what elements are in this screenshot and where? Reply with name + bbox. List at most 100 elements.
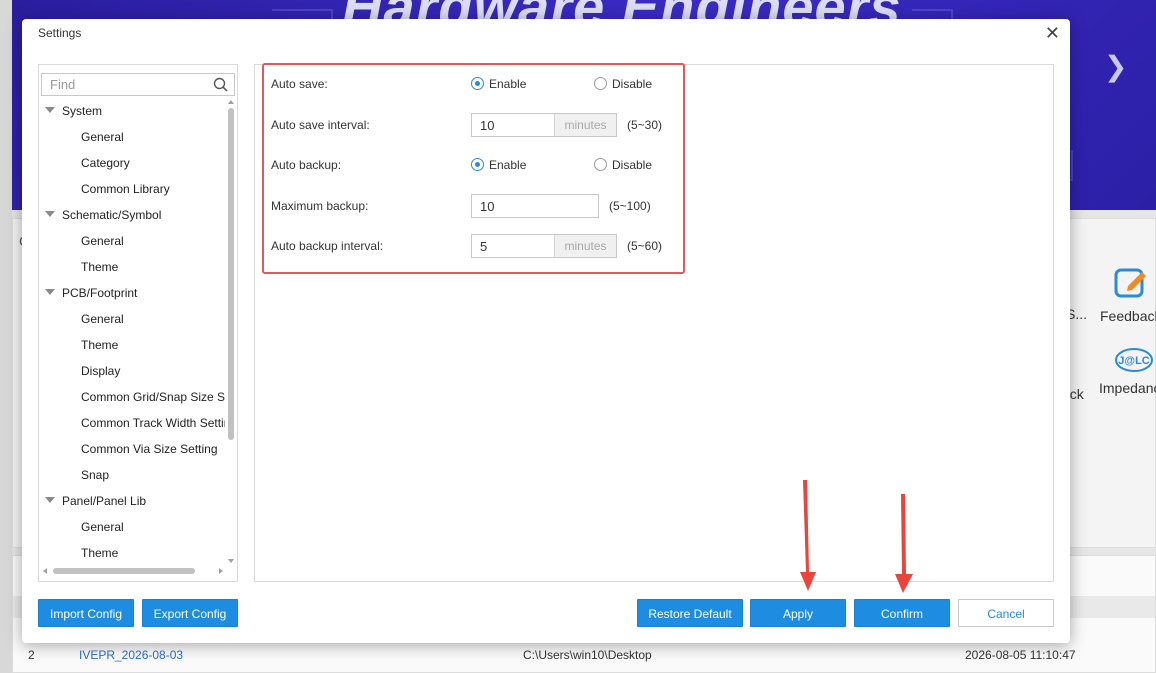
svg-text:J@LC: J@LC <box>1118 355 1150 367</box>
maximum-backup-field[interactable] <box>471 194 599 218</box>
search-icon[interactable] <box>213 77 228 92</box>
banner-next-chevron-icon[interactable]: ❯ <box>1104 50 1127 83</box>
tree-item-general[interactable]: General <box>39 228 225 254</box>
auto-save-interval-range: (5~30) <box>627 118 663 132</box>
auto-backup-interval-input[interactable] <box>472 235 552 257</box>
tree-category-schematic[interactable]: Schematic/Symbol <box>39 202 225 228</box>
tree-category-pcb[interactable]: PCB/Footprint <box>39 280 225 306</box>
row-index: 2 <box>28 648 35 662</box>
radio-unchecked-icon[interactable] <box>594 158 607 171</box>
maximum-backup-range: (5~100) <box>609 199 651 213</box>
scroll-thumb[interactable] <box>228 108 234 440</box>
tree-label: Common Grid/Snap Size Se <box>81 390 225 404</box>
find-input[interactable] <box>42 74 202 95</box>
settings-tree: System General Category Common Library S… <box>39 98 225 565</box>
restore-default-button[interactable]: Restore Default <box>637 599 743 627</box>
find-box[interactable] <box>41 73 235 96</box>
auto-backup-interval-field[interactable]: minutes <box>471 234 617 258</box>
tree-item-category[interactable]: Category <box>39 150 225 176</box>
tree-label: Common Via Size Setting <box>81 442 218 456</box>
jlc-impedance-icon: J@LC <box>1114 348 1153 372</box>
tree-label: Common Library <box>81 182 170 196</box>
tree-label: System <box>62 104 103 118</box>
tree-label: PCB/Footprint <box>62 286 138 300</box>
scroll-up-icon[interactable] <box>228 100 234 104</box>
tree-label: General <box>81 130 124 144</box>
close-icon[interactable]: ✕ <box>1045 23 1060 43</box>
impedance-label: Impedance <box>1099 380 1156 396</box>
import-config-button[interactable]: Import Config <box>38 599 134 627</box>
expand-triangle-icon[interactable] <box>45 211 55 217</box>
scroll-thumb[interactable] <box>53 568 195 574</box>
auto-save-label: Auto save: <box>271 77 328 91</box>
tree-item-common-library[interactable]: Common Library <box>39 176 225 202</box>
radio-label: Disable <box>612 77 653 91</box>
unit-suffix: minutes <box>554 114 616 136</box>
tree-item-snap[interactable]: Snap <box>39 462 225 488</box>
tree-horizontal-scrollbar[interactable] <box>41 567 225 575</box>
tree-item-general[interactable]: General <box>39 306 225 332</box>
auto-save-interval-input[interactable] <box>472 114 552 136</box>
tree-item-via-size[interactable]: Common Via Size Setting <box>39 436 225 462</box>
row-file-link[interactable]: IVEPR_2026-08-03 <box>79 648 183 662</box>
dialog-title: Settings <box>38 26 82 40</box>
auto-backup-disable-radio[interactable]: Disable <box>594 158 652 172</box>
tree-category-system[interactable]: System <box>39 98 225 124</box>
feedback-icon <box>1114 268 1146 298</box>
confirm-button[interactable]: Confirm <box>854 599 950 627</box>
cancel-button[interactable]: Cancel <box>958 599 1054 627</box>
row-time: 2026-08-05 11:10:47 <box>965 648 1076 662</box>
scroll-down-icon[interactable] <box>228 559 234 563</box>
tree-label: Theme <box>81 338 119 352</box>
expand-triangle-icon[interactable] <box>45 289 55 295</box>
auto-backup-label: Auto backup: <box>271 158 342 172</box>
auto-backup-interval-label: Auto backup interval: <box>271 239 384 253</box>
tree-label: Panel/Panel Lib <box>62 494 147 508</box>
tree-vertical-scrollbar[interactable] <box>227 98 235 565</box>
tree-item-general[interactable]: General <box>39 514 225 540</box>
row-path: C:\Users\win10\Desktop <box>523 648 652 662</box>
scroll-left-icon[interactable] <box>43 568 47 574</box>
auto-backup-enable-radio[interactable]: Enable <box>471 158 526 172</box>
export-config-button[interactable]: Export Config <box>142 599 238 627</box>
feedback-tool[interactable]: Feedback <box>1100 264 1156 324</box>
radio-checked-icon[interactable] <box>471 77 484 90</box>
feedback-label: Feedback <box>1100 308 1156 324</box>
auto-save-enable-radio[interactable]: Enable <box>471 77 526 91</box>
tree-item-track-width[interactable]: Common Track Width Settir <box>39 410 225 436</box>
tree-label: Theme <box>81 546 119 560</box>
radio-checked-icon[interactable] <box>471 158 484 171</box>
tree-label: Display <box>81 364 121 378</box>
tree-label: General <box>81 312 124 326</box>
settings-dialog: Settings ✕ System General Category Commo… <box>22 19 1070 643</box>
tree-label: Common Track Width Settir <box>81 416 225 430</box>
auto-backup-interval-range: (5~60) <box>627 239 663 253</box>
scroll-right-icon[interactable] <box>219 568 223 574</box>
tree-item-theme[interactable]: Theme <box>39 540 225 565</box>
list-row[interactable]: 2 IVEPR_2026-08-03 C:\Users\win10\Deskto… <box>13 648 1155 670</box>
tree-item-display[interactable]: Display <box>39 358 225 384</box>
app-left-edge <box>0 0 12 673</box>
auto-save-disable-radio[interactable]: Disable <box>594 77 652 91</box>
tree-item-general[interactable]: General <box>39 124 225 150</box>
radio-label: Disable <box>612 158 653 172</box>
impedance-tool[interactable]: J@LC Impedance <box>1099 346 1156 396</box>
tree-item-theme[interactable]: Theme <box>39 254 225 280</box>
radio-unchecked-icon[interactable] <box>594 77 607 90</box>
radio-label: Enable <box>489 158 527 172</box>
tree-label: Snap <box>81 468 110 482</box>
unit-suffix: minutes <box>554 235 616 257</box>
expand-triangle-icon[interactable] <box>45 107 55 113</box>
apply-button[interactable]: Apply <box>750 599 846 627</box>
tree-label: General <box>81 520 124 534</box>
auto-save-interval-field[interactable]: minutes <box>471 113 617 137</box>
tree-item-theme[interactable]: Theme <box>39 332 225 358</box>
maximum-backup-input[interactable] <box>472 195 592 217</box>
settings-tree-pane: System General Category Common Library S… <box>38 64 238 582</box>
expand-triangle-icon[interactable] <box>45 497 55 503</box>
auto-save-interval-label: Auto save interval: <box>271 118 370 132</box>
tree-category-panel[interactable]: Panel/Panel Lib <box>39 488 225 514</box>
tree-item-grid-snap[interactable]: Common Grid/Snap Size Se <box>39 384 225 410</box>
maximum-backup-label: Maximum backup: <box>271 199 369 213</box>
tree-label: General <box>81 234 124 248</box>
